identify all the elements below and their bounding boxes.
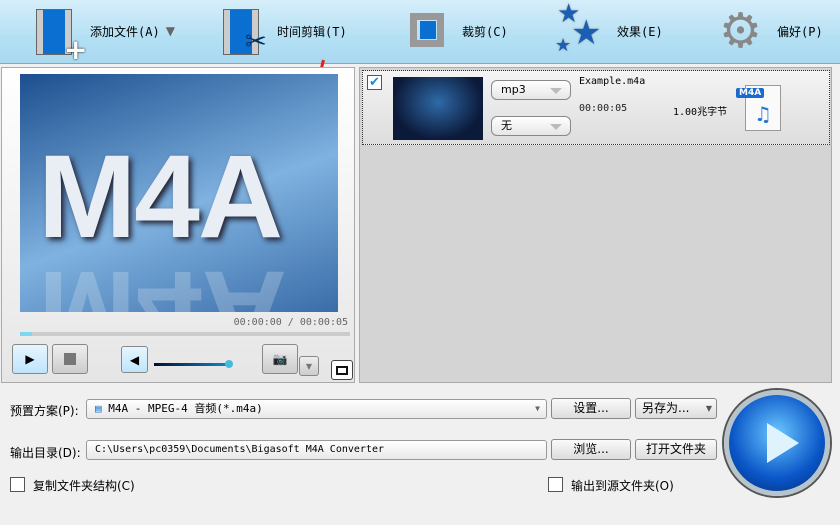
audio-file-icon: ▤: [95, 402, 109, 415]
m4a-file-icon: M4A ♫: [736, 85, 781, 131]
file-checkbox[interactable]: ✔: [367, 75, 382, 90]
copy-structure-label: 复制文件夹结构(C): [33, 479, 135, 493]
gear-icon: ⚙: [719, 3, 763, 59]
preferences-button[interactable]: ⚙ 偏好(P): [715, 2, 823, 60]
time-display: 00:00:00 / 00:00:05: [233, 317, 348, 328]
dropdown-arrow-icon[interactable]: ▼: [166, 24, 175, 38]
output-to-source-checkbox[interactable]: [548, 477, 563, 492]
snapshot-dropdown[interactable]: ▼: [299, 356, 319, 376]
crop-icon: [400, 3, 456, 59]
convert-start-button[interactable]: [724, 390, 830, 496]
output-to-source-label: 输出到源文件夹(O): [571, 479, 674, 493]
toolbar: + 添加文件(A) ▼ ✂ 时间剪辑(T) 裁剪(C) ★ ★ ★ 效果(E) ⚙ …: [0, 0, 840, 66]
snapshot-button[interactable]: 📷: [262, 344, 298, 374]
preview-image: M4A M4A: [20, 74, 338, 312]
output-path-input[interactable]: C:\Users\pc0359\Documents\Bigasoft M4A C…: [86, 440, 547, 460]
seek-bar[interactable]: [20, 332, 350, 336]
preview-panel: M4A M4A 00:00:00 / 00:00:05 ▶ ◀ 📷 ▼: [1, 67, 355, 383]
stop-button[interactable]: [52, 344, 88, 374]
fullscreen-button[interactable]: [331, 360, 353, 380]
file-name: Example.m4a: [579, 76, 646, 87]
open-folder-button[interactable]: 打开文件夹: [635, 439, 717, 460]
add-video-icon: +: [28, 3, 87, 66]
effect-button[interactable]: ★ ★ ★ 效果(E): [555, 0, 663, 60]
fullscreen-icon: [336, 365, 348, 375]
file-list: ✔ mp3 无 Example.m4a 00:00:05 1.00兆字节 M4A…: [359, 67, 832, 383]
file-item[interactable]: ✔ mp3 无 Example.m4a 00:00:05 1.00兆字节 M4A…: [362, 70, 830, 145]
trim-button[interactable]: ✂ 时间剪辑(T): [215, 2, 347, 60]
play-icon: ▶: [25, 352, 35, 366]
preset-select[interactable]: ▤ M4A - MPEG-4 音频(*.m4a) ▼: [86, 399, 547, 419]
speaker-icon: ◀: [129, 352, 140, 367]
video-thumbnail: [393, 77, 483, 140]
preset-label: 预置方案(P):: [10, 404, 79, 418]
output-label: 输出目录(D):: [10, 446, 81, 460]
format-select[interactable]: mp3: [491, 80, 571, 100]
copy-structure-checkbox[interactable]: [10, 477, 25, 492]
file-size: 1.00兆字节: [673, 107, 728, 118]
scissors-icon: ✂: [215, 3, 271, 59]
stars-icon: ★ ★ ★: [555, 0, 602, 56]
mute-button[interactable]: ◀: [121, 346, 148, 373]
add-file-button[interactable]: + 添加文件(A) ▼: [28, 2, 175, 66]
settings-button[interactable]: 设置...: [551, 398, 631, 419]
subtitle-select[interactable]: 无: [491, 116, 571, 136]
crop-button[interactable]: 裁剪(C): [400, 2, 508, 60]
volume-slider[interactable]: [154, 360, 233, 368]
stop-icon: [64, 353, 76, 365]
browse-button[interactable]: 浏览...: [551, 439, 631, 460]
save-as-button[interactable]: 另存为... ▼: [635, 398, 717, 419]
file-duration: 00:00:05: [579, 103, 628, 114]
camera-icon: 📷: [272, 352, 288, 366]
play-button[interactable]: ▶: [12, 344, 48, 374]
